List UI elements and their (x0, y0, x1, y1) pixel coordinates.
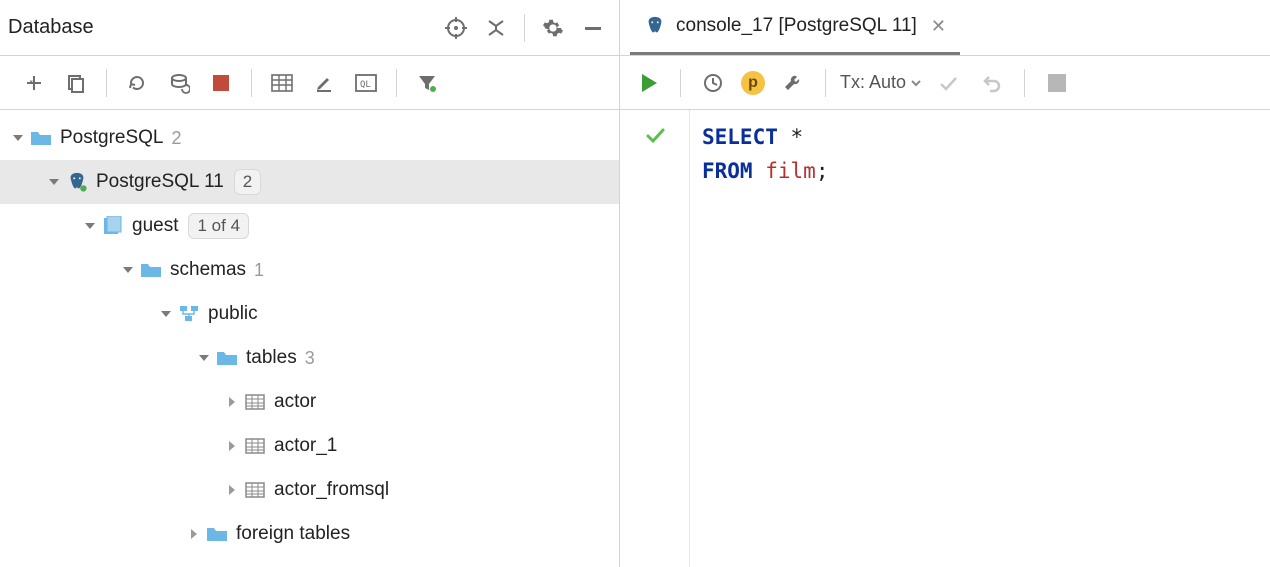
tree-badge: 1 of 4 (188, 213, 249, 239)
wrench-icon[interactable] (775, 65, 811, 101)
database-icon (100, 216, 126, 236)
tab-console-17[interactable]: console_17 [PostgreSQL 11] ✕ (630, 0, 960, 55)
console-icon[interactable]: QL (348, 65, 384, 101)
tree-label: guest (132, 215, 178, 237)
chevron-down-icon[interactable] (8, 132, 28, 144)
sync-icon[interactable] (161, 65, 197, 101)
tree-label: schemas (170, 259, 246, 281)
target-icon[interactable] (438, 10, 474, 46)
schema-icon (176, 305, 202, 323)
tab-title: console_17 [PostgreSQL 11] (676, 15, 917, 37)
table-icon (242, 482, 268, 498)
separator (524, 14, 525, 42)
folder-icon (28, 129, 54, 147)
postgresql-icon (64, 171, 90, 193)
tree-node-datasource[interactable]: PostgreSQL 11 2 (0, 160, 619, 204)
tree-label: PostgreSQL 11 (96, 171, 224, 193)
dialect-badge[interactable]: p (741, 71, 765, 95)
duplicate-icon[interactable] (58, 65, 94, 101)
tx-mode-selector[interactable]: Tx: Auto (840, 72, 922, 93)
tree-node-database[interactable]: guest 1 of 4 (0, 204, 619, 248)
database-panel-header: Database (0, 0, 619, 56)
tree-node-postgresql-group[interactable]: PostgreSQL 2 (0, 116, 619, 160)
folder-icon (214, 349, 240, 367)
tree-label: actor_fromsql (274, 479, 389, 501)
edit-icon[interactable] (306, 65, 342, 101)
chevron-down-icon[interactable] (194, 352, 214, 364)
tree-count: 1 (254, 260, 264, 281)
editor-toolbar: p Tx: Auto (620, 56, 1270, 110)
chevron-right-icon[interactable] (222, 484, 242, 496)
stop-icon[interactable] (203, 65, 239, 101)
history-icon[interactable] (695, 65, 731, 101)
sql-keyword: FROM (702, 159, 753, 183)
commit-icon[interactable] (930, 65, 966, 101)
tree-node-table[interactable]: actor_1 (0, 424, 619, 468)
tree-count: 3 (305, 348, 315, 369)
chevron-right-icon[interactable] (222, 396, 242, 408)
tree-node-table[interactable]: actor (0, 380, 619, 424)
postgresql-icon (644, 15, 666, 37)
tree-label: PostgreSQL (60, 127, 164, 149)
tree-label: actor_1 (274, 435, 337, 457)
minimize-icon[interactable] (575, 10, 611, 46)
tree-node-schemas[interactable]: schemas 1 (0, 248, 619, 292)
tree-count: 2 (172, 128, 182, 149)
run-button[interactable] (632, 66, 666, 100)
tree-node-tables[interactable]: tables 3 (0, 336, 619, 380)
editor-panel: console_17 [PostgreSQL 11] ✕ p Tx: Auto (620, 0, 1270, 567)
sql-code[interactable]: SELECT * FROM film; (690, 110, 840, 567)
database-panel: Database (0, 0, 620, 567)
chevron-right-icon[interactable] (184, 528, 204, 540)
table-icon (242, 394, 268, 410)
sql-identifier: film (765, 159, 816, 183)
folder-icon (138, 261, 164, 279)
chevron-right-icon[interactable] (222, 440, 242, 452)
close-icon[interactable]: ✕ (927, 16, 946, 37)
separator (251, 69, 252, 97)
editor-tabs: console_17 [PostgreSQL 11] ✕ (620, 0, 1270, 56)
chevron-down-icon[interactable] (118, 264, 138, 276)
table-view-icon[interactable] (264, 65, 300, 101)
tree-node-public-schema[interactable]: public (0, 292, 619, 336)
tree-label: public (208, 303, 258, 325)
separator (106, 69, 107, 97)
header-actions (438, 10, 611, 46)
separator (680, 69, 681, 97)
tree-node-foreign-tables[interactable]: foreign tables (0, 512, 619, 556)
database-toolbar: QL (0, 56, 619, 110)
split-icon[interactable] (478, 10, 514, 46)
database-tree[interactable]: PostgreSQL 2 PostgreSQL 11 2 guest 1 of … (0, 110, 619, 567)
cancel-query-icon[interactable] (1039, 65, 1075, 101)
tree-label: foreign tables (236, 523, 350, 545)
separator (825, 69, 826, 97)
table-icon (242, 438, 268, 454)
tree-label: tables (246, 347, 297, 369)
tree-node-table[interactable]: actor_fromsql (0, 468, 619, 512)
chevron-down-icon (910, 77, 922, 89)
chevron-down-icon[interactable] (156, 308, 176, 320)
database-panel-title: Database (6, 16, 438, 39)
tree-label: actor (274, 391, 316, 413)
add-icon[interactable] (16, 65, 52, 101)
editor-gutter (620, 110, 690, 567)
sql-punct: ; (816, 159, 829, 183)
sql-keyword: SELECT (702, 125, 778, 149)
sql-editor[interactable]: SELECT * FROM film; (620, 110, 1270, 567)
sql-text: * (778, 125, 803, 149)
gear-icon[interactable] (535, 10, 571, 46)
svg-text:QL: QL (360, 80, 371, 90)
tx-mode-label: Tx: Auto (840, 72, 906, 93)
chevron-down-icon[interactable] (44, 176, 64, 188)
filter-icon[interactable] (409, 65, 445, 101)
tree-count-badge: 2 (234, 169, 261, 195)
rollback-icon[interactable] (974, 65, 1010, 101)
check-icon (644, 124, 666, 146)
separator (1024, 69, 1025, 97)
refresh-icon[interactable] (119, 65, 155, 101)
separator (396, 69, 397, 97)
chevron-down-icon[interactable] (80, 220, 100, 232)
folder-icon (204, 525, 230, 543)
